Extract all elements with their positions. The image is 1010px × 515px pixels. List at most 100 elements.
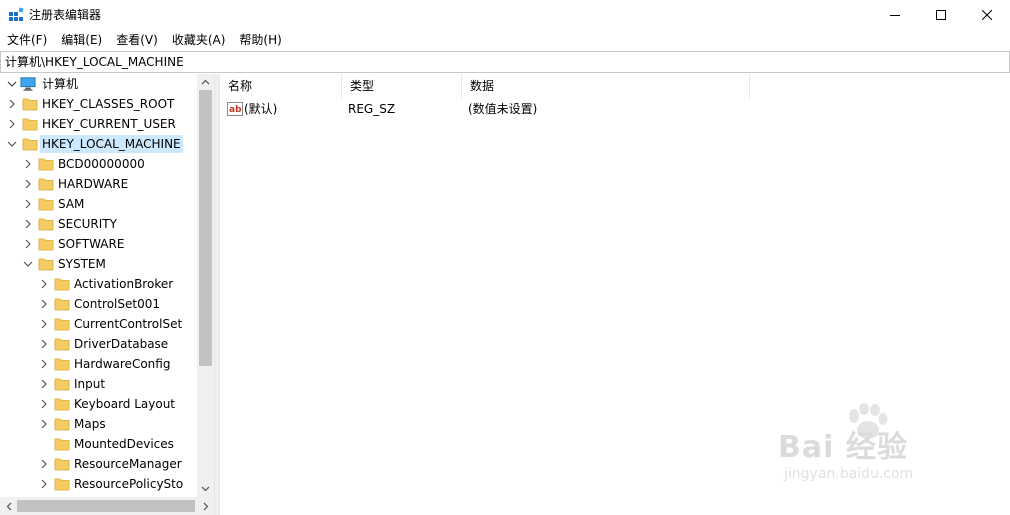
chevron-right-icon[interactable] xyxy=(38,478,50,490)
chevron-right-icon[interactable] xyxy=(38,338,50,350)
tree-horizontal-scrollbar[interactable] xyxy=(0,497,214,515)
tree-item-label: ResourceManager xyxy=(74,457,182,471)
menu-edit[interactable]: 编辑(E) xyxy=(54,30,109,50)
tree-pane[interactable]: 计算机 HKEY_CLASSES_ROOT HKEY_CURRENT_USER HK… xyxy=(0,74,214,515)
chevron-right-icon[interactable] xyxy=(38,378,50,390)
chevron-right-icon[interactable] xyxy=(38,398,50,410)
tree-item-label: ControlSet001 xyxy=(74,297,160,311)
folder-icon xyxy=(54,458,70,471)
menu-favorites[interactable]: 收藏夹(A) xyxy=(165,30,233,50)
folder-icon xyxy=(38,198,54,211)
folder-icon xyxy=(54,378,70,391)
tree-item-computer[interactable]: 计算机 xyxy=(0,74,200,94)
chevron-right-icon[interactable] xyxy=(6,98,18,110)
tree-item[interactable]: Maps xyxy=(0,414,200,434)
value-type: REG_SZ xyxy=(348,102,396,116)
menu-help[interactable]: 帮助(H) xyxy=(232,30,288,50)
scroll-right-button[interactable] xyxy=(197,497,214,515)
column-header-data[interactable]: 数据 xyxy=(462,74,750,98)
svg-text:ab: ab xyxy=(229,105,242,115)
tree-item-label: ResourcePolicySto xyxy=(74,477,184,491)
tree-item[interactable]: DriverDatabase xyxy=(0,334,200,354)
tree-item-label: ActivationBroker xyxy=(74,277,174,291)
tree-item-label: SAM xyxy=(58,197,85,211)
tree-item-label: SYSTEM xyxy=(58,257,106,271)
chevron-right-icon[interactable] xyxy=(38,418,50,430)
column-header-type[interactable]: 类型 xyxy=(342,74,462,98)
tree-item[interactable]: SECURITY xyxy=(0,214,200,234)
folder-icon xyxy=(54,438,70,451)
tree-item[interactable]: ActivationBroker xyxy=(0,274,200,294)
tree-item-label: CurrentControlSet xyxy=(74,317,183,331)
tree-item[interactable]: SYSTEM xyxy=(0,254,200,274)
tree-item-label: HKEY_LOCAL_MACHINE xyxy=(40,135,183,153)
tree-item-label: SECURITY xyxy=(58,217,117,231)
watermark-brand: Bai 经验 xyxy=(778,430,908,465)
menu-bar: 文件(F) 编辑(E) 查看(V) 收藏夹(A) 帮助(H) xyxy=(0,30,1010,50)
minimize-icon xyxy=(890,15,900,16)
tree-item[interactable]: ResourceManager xyxy=(0,454,200,474)
chevron-right-icon[interactable] xyxy=(22,178,34,190)
maximize-icon xyxy=(936,10,946,20)
scroll-up-button[interactable] xyxy=(197,74,214,90)
tree-item[interactable]: Input xyxy=(0,374,200,394)
chevron-right-icon[interactable] xyxy=(38,458,50,470)
chevron-down-icon[interactable] xyxy=(22,258,34,270)
table-row[interactable]: ab (默认) REG_SZ (数值未设置) xyxy=(220,98,750,120)
scrollbar-thumb[interactable] xyxy=(17,500,195,512)
tree-item[interactable]: SAM xyxy=(0,194,200,214)
menu-file[interactable]: 文件(F) xyxy=(0,30,54,50)
maximize-button[interactable] xyxy=(918,0,964,30)
close-icon xyxy=(982,10,992,20)
close-button[interactable] xyxy=(964,0,1010,30)
tree-item-label: SOFTWARE xyxy=(58,237,125,251)
chevron-down-icon[interactable] xyxy=(6,138,18,150)
scrollbar-thumb[interactable] xyxy=(199,90,212,366)
window-title: 注册表编辑器 xyxy=(29,8,102,22)
folder-icon xyxy=(54,318,70,331)
tree-item[interactable]: HKEY_CLASSES_ROOT xyxy=(0,94,200,114)
folder-icon xyxy=(22,118,38,131)
chevron-right-icon[interactable] xyxy=(22,198,34,210)
column-header-name[interactable]: 名称 xyxy=(220,74,342,98)
value-data: (数值未设置) xyxy=(468,102,538,116)
menu-view[interactable]: 查看(V) xyxy=(109,30,165,50)
scroll-down-button[interactable] xyxy=(197,481,214,497)
chevron-right-icon[interactable] xyxy=(22,158,34,170)
folder-icon xyxy=(22,98,38,111)
chevron-right-icon[interactable] xyxy=(6,118,18,130)
chevron-right-icon[interactable] xyxy=(38,358,50,370)
tree-item[interactable]: HardwareConfig xyxy=(0,354,200,374)
address-path: 计算机\HKEY_LOCAL_MACHINE xyxy=(5,55,184,69)
folder-icon xyxy=(38,158,54,171)
tree-item[interactable]: MountedDevices xyxy=(0,434,200,454)
folder-icon xyxy=(54,278,70,291)
tree-item[interactable]: SOFTWARE xyxy=(0,234,200,254)
chevron-right-icon[interactable] xyxy=(38,298,50,310)
watermark-site: jingyan.baidu.com xyxy=(784,466,914,482)
tree-item[interactable]: Keyboard Layout xyxy=(0,394,200,414)
tree-item-label: DriverDatabase xyxy=(74,337,169,351)
title-bar[interactable]: 注册表编辑器 xyxy=(0,0,1010,30)
computer-icon xyxy=(20,77,36,91)
tree-item-label: BCD00000000 xyxy=(58,157,145,171)
tree-item[interactable]: CurrentControlSet xyxy=(0,314,200,334)
tree-item[interactable]: HKEY_LOCAL_MACHINE xyxy=(0,134,200,154)
chevron-right-icon xyxy=(203,502,208,510)
chevron-right-icon[interactable] xyxy=(22,218,34,230)
tree-item-label: Maps xyxy=(74,417,106,431)
minimize-button[interactable] xyxy=(872,0,918,30)
scroll-left-button[interactable] xyxy=(0,497,17,515)
tree-item[interactable]: ResourcePolicySto xyxy=(0,474,200,494)
tree-item[interactable]: HARDWARE xyxy=(0,174,200,194)
tree-vertical-scrollbar[interactable] xyxy=(197,74,214,497)
chevron-down-icon[interactable] xyxy=(6,78,18,90)
chevron-right-icon[interactable] xyxy=(38,278,50,290)
folder-icon xyxy=(38,218,54,231)
address-bar[interactable]: 计算机\HKEY_LOCAL_MACHINE xyxy=(0,51,1010,73)
tree-item[interactable]: BCD00000000 xyxy=(0,154,200,174)
chevron-right-icon[interactable] xyxy=(22,238,34,250)
tree-item[interactable]: ControlSet001 xyxy=(0,294,200,314)
tree-item[interactable]: HKEY_CURRENT_USER xyxy=(0,114,200,134)
chevron-right-icon[interactable] xyxy=(38,318,50,330)
